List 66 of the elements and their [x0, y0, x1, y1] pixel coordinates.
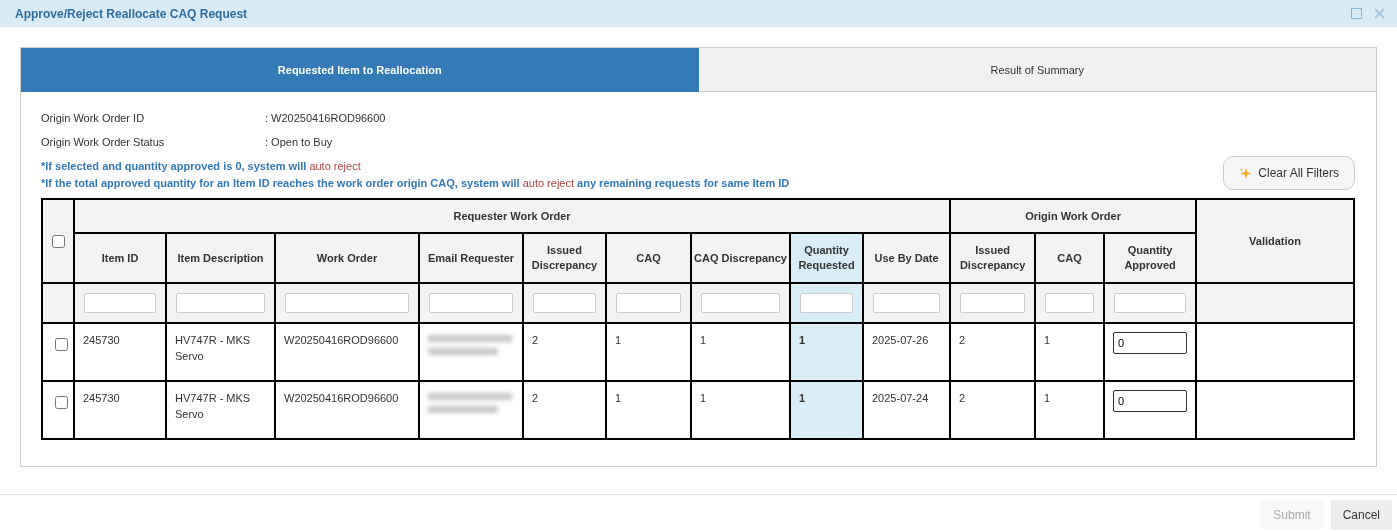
tab[interactable]: Requested Item to Reallocation — [21, 48, 699, 92]
column-header: Work Order — [275, 233, 419, 283]
row-checkbox[interactable] — [55, 338, 68, 351]
column-header: Use By Date — [863, 233, 951, 283]
select-all-checkbox[interactable] — [52, 234, 65, 248]
note-text: *If selected and quantity approved is 0, system will auto reject — [41, 159, 362, 174]
table-cell: 2 — [532, 392, 539, 404]
table-cell: 1 — [700, 392, 707, 404]
filter-field[interactable] — [1114, 293, 1187, 313]
column-header: Validation — [1196, 199, 1354, 283]
column-header: CAQ — [1035, 233, 1105, 283]
filter-field[interactable] — [701, 293, 780, 313]
table-cell: 2 — [959, 392, 966, 404]
table-cell: 1 — [1044, 334, 1051, 346]
footer-button[interactable]: Cancel — [1330, 500, 1392, 530]
field-label: Origin Work Order Status — [41, 136, 166, 148]
filter-field[interactable] — [84, 293, 156, 313]
filter-field[interactable] — [429, 293, 513, 313]
maximize-icon[interactable] — [1351, 8, 1362, 19]
column-header: Issued Discrepancy — [950, 233, 1036, 283]
table-cell: W20250416ROD96600 — [284, 392, 399, 404]
table-cell: 245730 — [83, 392, 120, 404]
table-cell: 1 — [615, 334, 622, 346]
column-header: CAQ Discrepancy — [691, 233, 790, 283]
window-title: Approve/Reject Reallocate CAQ Request — [15, 6, 248, 21]
filter-field[interactable] — [800, 293, 853, 313]
table-cell: 1 — [1044, 392, 1051, 404]
filter-field[interactable] — [176, 293, 265, 313]
filter-field[interactable] — [285, 293, 409, 313]
table-cell: HV747R - MKS Servo — [175, 334, 251, 362]
quantity-field[interactable]: 0 — [1113, 390, 1188, 412]
filter-field[interactable] — [960, 293, 1026, 313]
table-cell: 2025-07-26 — [872, 334, 929, 346]
table-cell: 1 — [615, 392, 622, 404]
table-cell: 1 — [700, 334, 707, 346]
column-header: Quantity Requested — [790, 233, 863, 283]
filter-field[interactable] — [533, 293, 596, 313]
table-cell: 245730 — [83, 334, 120, 346]
note-text: *If the total approved quantity for an Item ID reaches the work order origin CAQ, system will auto reject any remaining requests for same Item ID — [41, 176, 790, 191]
column-header: Email Requester — [419, 233, 523, 283]
group-header: Origin Work Order — [950, 199, 1197, 233]
row-checkbox[interactable] — [55, 396, 68, 409]
table-cell: W20250416ROD96600 — [284, 334, 399, 346]
table-cell: HV747R - MKS Servo — [175, 392, 251, 420]
column-header: Issued Discrepancy — [523, 233, 606, 283]
tab[interactable]: Result of Summary — [698, 48, 1376, 92]
table-cell: 2025-07-24 — [872, 392, 929, 404]
field-value: : W20250416ROD96600 — [265, 112, 386, 124]
sparkle-icon — [1239, 166, 1253, 180]
table-cell: 2 — [532, 334, 539, 346]
close-icon[interactable] — [1374, 8, 1385, 19]
table-cell: 2 — [959, 334, 966, 346]
column-header: CAQ — [606, 233, 691, 283]
group-header: Requester Work Order — [74, 199, 951, 233]
filter-field[interactable] — [873, 293, 941, 313]
quantity-field[interactable]: 0 — [1113, 332, 1188, 354]
column-header: Item ID — [74, 233, 166, 283]
filter-field[interactable] — [1045, 293, 1095, 313]
column-header: Item Description — [166, 233, 275, 283]
table-cell: 1 — [799, 334, 806, 346]
field-label: Origin Work Order ID — [41, 112, 146, 124]
filter-field[interactable] — [616, 293, 681, 313]
clear-filters-button[interactable]: Clear All Filters — [1223, 156, 1355, 190]
field-value: : Open to Buy — [265, 136, 333, 148]
table-cell: 1 — [799, 392, 806, 404]
column-header: Quantity Approved — [1104, 233, 1197, 283]
